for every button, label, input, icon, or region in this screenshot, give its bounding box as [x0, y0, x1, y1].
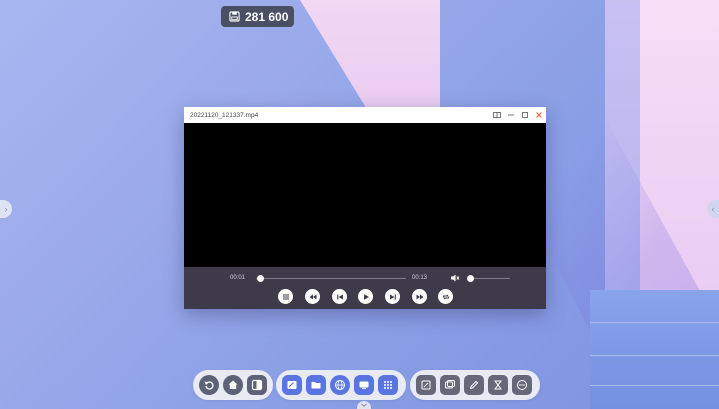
apps-icon[interactable] — [378, 375, 398, 395]
whiteboard-icon[interactable] — [282, 375, 302, 395]
player-titlebar[interactable]: 20221120_121337.mp4 — [184, 107, 546, 123]
screen-share-icon[interactable] — [354, 375, 374, 395]
mute-icon[interactable] — [450, 273, 460, 283]
windows-icon[interactable] — [247, 375, 267, 395]
counter-badge[interactable]: 281 600 — [221, 6, 294, 27]
minimize-icon[interactable] — [504, 107, 518, 123]
more-icon[interactable] — [512, 375, 532, 395]
wallpaper-stairs — [590, 290, 719, 409]
wallpaper-line — [590, 385, 719, 386]
browser-icon[interactable] — [330, 375, 350, 395]
wallpaper-line — [590, 355, 719, 356]
folder-icon[interactable] — [306, 375, 326, 395]
current-time: 00:01 — [230, 275, 246, 281]
close-icon[interactable] — [532, 107, 546, 123]
video-player-window: 20221120_121337.mp4 00:01 00:13 — [184, 107, 546, 309]
progress-knob[interactable] — [257, 275, 264, 282]
pen-icon[interactable] — [464, 375, 484, 395]
timer-icon[interactable] — [488, 375, 508, 395]
progress-bar[interactable] — [256, 278, 406, 279]
player-filename: 20221120_121337.mp4 — [190, 111, 259, 119]
next-icon[interactable] — [385, 289, 400, 304]
dock-apps-group — [276, 370, 406, 400]
save-counter-icon — [229, 11, 240, 22]
play-icon[interactable] — [358, 289, 373, 304]
previous-icon[interactable] — [332, 289, 347, 304]
dock-navigation-group — [193, 370, 273, 400]
wallpaper-line — [590, 322, 719, 323]
dock-tools-group — [410, 370, 540, 400]
volume-slider[interactable] — [468, 278, 510, 279]
fit-window-icon[interactable] — [490, 107, 504, 123]
chevron-down-icon — [361, 403, 367, 407]
annotate-icon[interactable] — [416, 375, 436, 395]
home-icon[interactable] — [223, 375, 243, 395]
player-controls: 00:01 00:13 — [184, 267, 546, 309]
screenshot-icon[interactable] — [440, 375, 460, 395]
volume-knob[interactable] — [466, 275, 474, 282]
maximize-icon[interactable] — [518, 107, 532, 123]
duration-time: 00:13 — [412, 275, 428, 281]
dock-collapse-handle[interactable] — [357, 401, 371, 409]
back-icon[interactable] — [199, 375, 219, 395]
repeat-icon[interactable] — [438, 289, 453, 304]
fast-forward-icon[interactable] — [412, 289, 427, 304]
rewind-icon[interactable] — [305, 289, 320, 304]
playlist-icon[interactable] — [278, 289, 293, 304]
video-area[interactable] — [184, 123, 546, 267]
right-edge-handle[interactable]: ‹ — [707, 200, 719, 218]
counter-value: 281 600 — [245, 9, 289, 24]
